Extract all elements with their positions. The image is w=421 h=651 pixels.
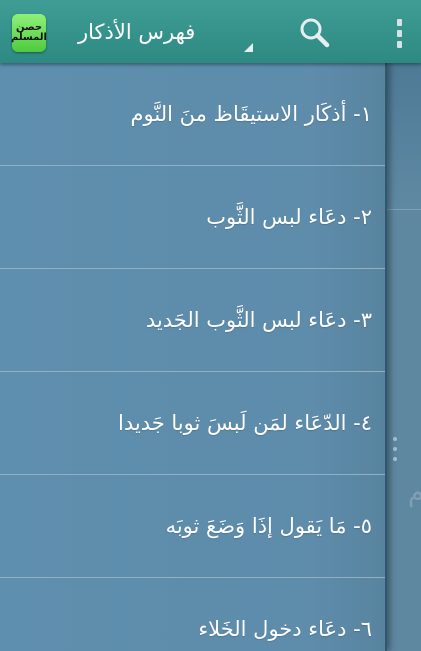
overflow-menu-icon-dot [396,29,402,37]
search-icon [300,18,330,48]
partial-content-glyph: م [408,478,421,508]
list-item-label: ٦- دعَاء دخول الخَلاء [198,617,372,641]
content-header-behind-drawer [385,63,421,210]
dhikr-index-list: ١- أذكَار الاستيقَاظ منَ النَّوم ٢- دعَا… [0,63,385,651]
app-logo-line-2: المسلم [11,32,47,43]
title-spinner[interactable]: فهرس الأذكار [78,0,260,63]
search-button[interactable] [296,14,334,52]
list-item-label: ٣- دعَاء لبس الثَّوب الجَديد [145,308,372,332]
action-bar: حصن المسلم فهرس الأذكار [0,0,421,63]
drag-handle-icon[interactable] [393,437,397,461]
app-logo[interactable]: حصن المسلم [11,14,47,52]
list-item[interactable]: ١- أذكَار الاستيقَاظ منَ النَّوم [0,63,385,166]
page-title: فهرس الأذكار [78,19,196,44]
overflow-menu-icon-dot [396,40,402,48]
list-item[interactable]: ٥- مَا يَقول إذَا وَضَعَ ثوبَه [0,475,385,578]
list-item[interactable]: ٣- دعَاء لبس الثَّوب الجَديد [0,269,385,372]
list-item-label: ٥- مَا يَقول إذَا وَضَعَ ثوبَه [165,514,372,538]
list-item-label: ١- أذكَار الاستيقَاظ منَ النَّوم [130,102,372,126]
list-item[interactable]: ٤- الدّعَاء لمَن لَبسَ ثوبا جَديدا [0,372,385,475]
list-item[interactable]: ٢- دعَاء لبس الثَّوب [0,166,385,269]
overflow-menu-button[interactable] [384,14,414,52]
list-item-label: ٤- الدّعَاء لمَن لَبسَ ثوبا جَديدا [118,411,372,435]
dropdown-indicator-icon [244,43,253,52]
list-item[interactable]: ٦- دعَاء دخول الخَلاء [0,578,385,651]
navigation-drawer: ١- أذكَار الاستيقَاظ منَ النَّوم ٢- دعَا… [0,63,387,651]
overflow-menu-icon [396,18,402,26]
list-item-label: ٢- دعَاء لبس الثَّوب [206,205,372,229]
